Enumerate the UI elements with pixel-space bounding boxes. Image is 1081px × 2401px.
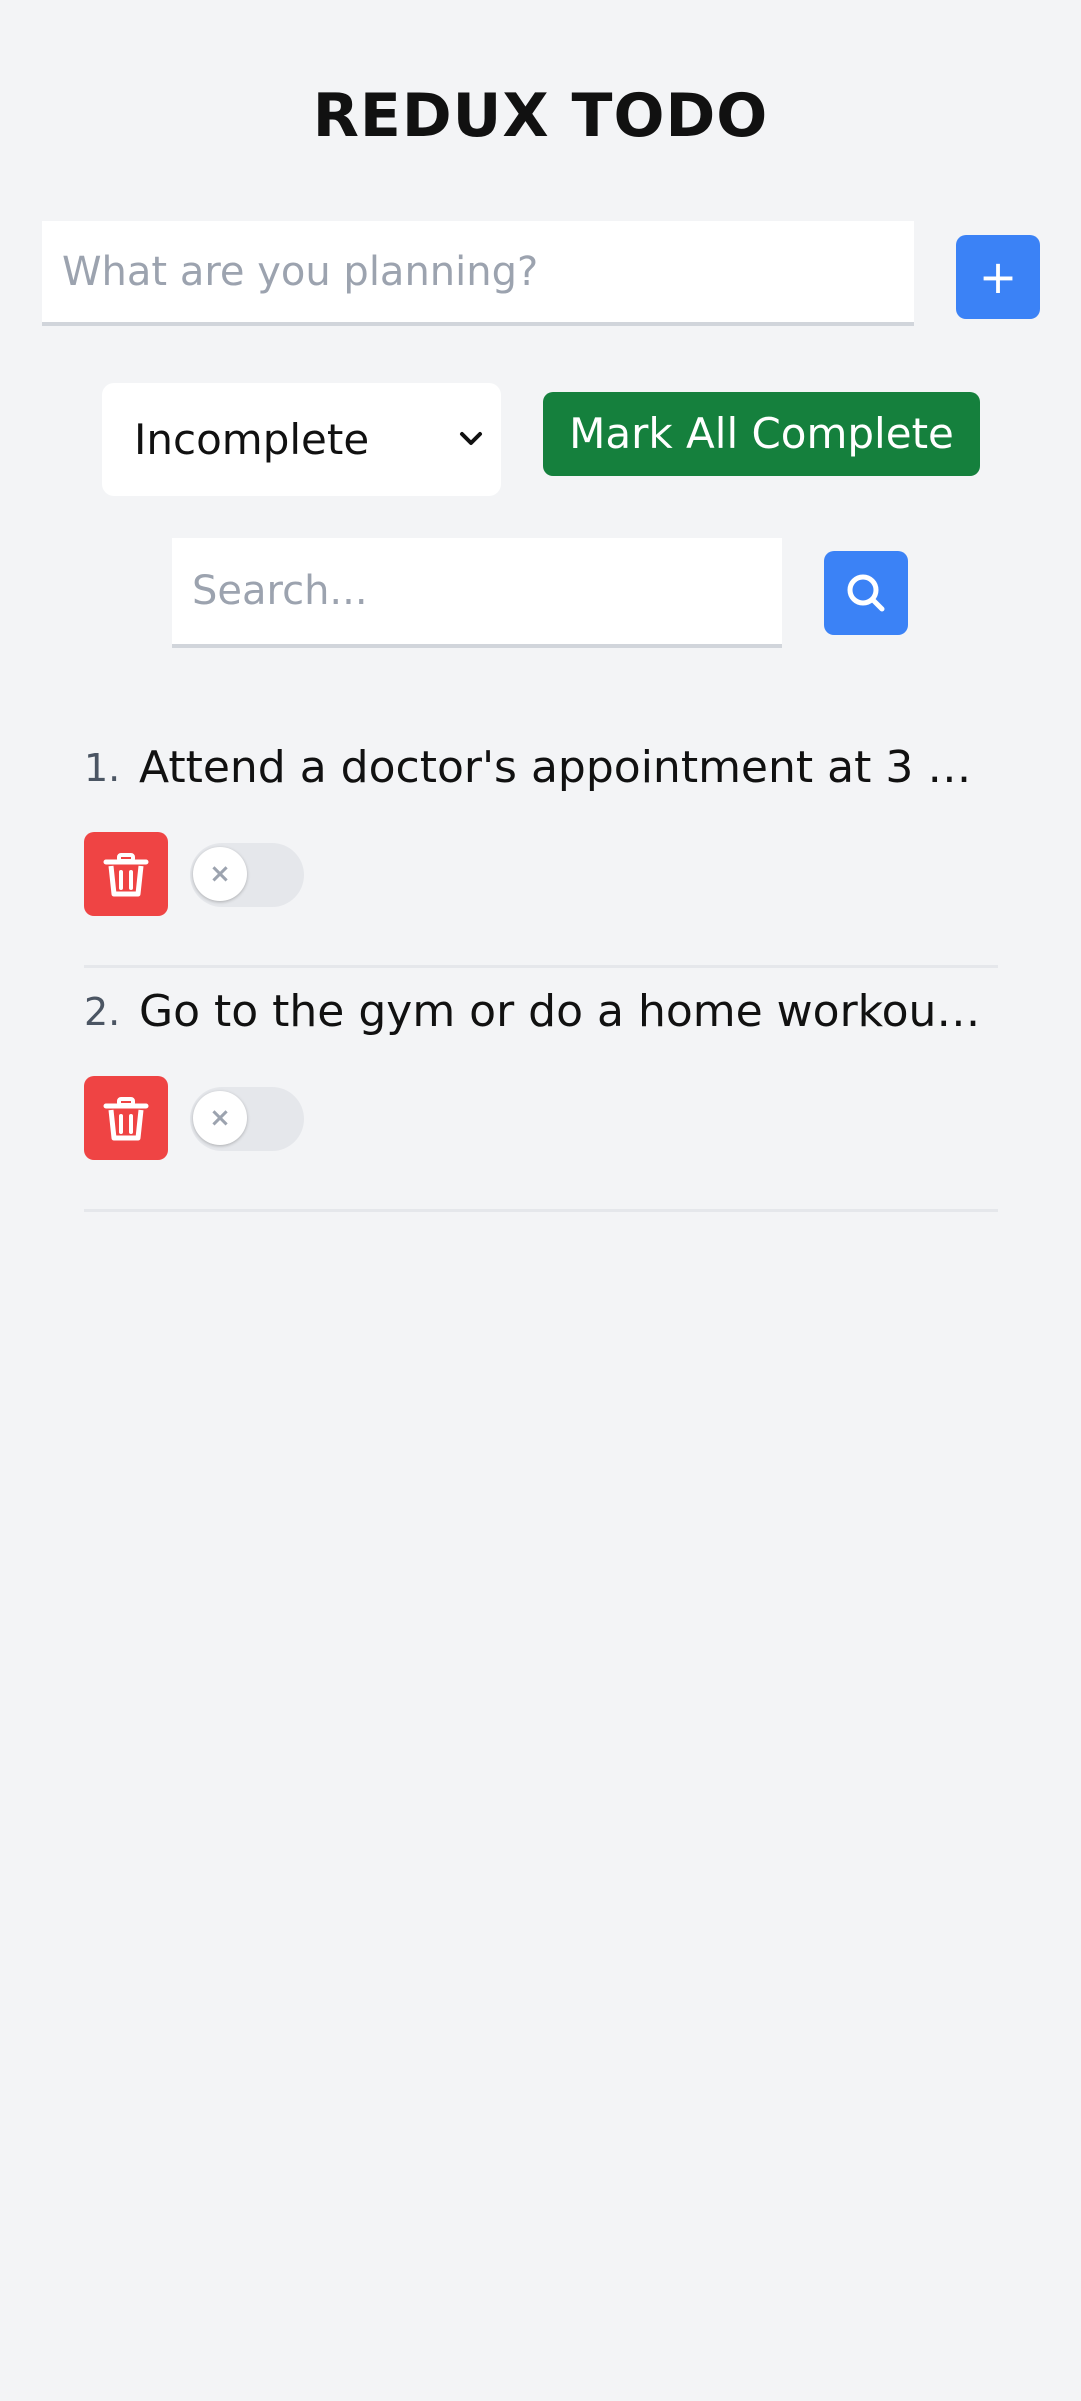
- new-todo-input[interactable]: [42, 221, 914, 326]
- search-input[interactable]: [172, 538, 782, 648]
- page-title: REDUX TODO: [312, 81, 769, 151]
- complete-toggle[interactable]: ×: [190, 843, 304, 907]
- todo-number: 2.: [84, 990, 121, 1034]
- trash-icon: [84, 1076, 168, 1160]
- todo-number: 1.: [84, 746, 121, 790]
- toggle-knob: ×: [193, 847, 247, 901]
- todo-item: 2. Go to the gym or do a home workout fo…: [84, 972, 998, 1212]
- close-icon: ×: [209, 1103, 231, 1133]
- delete-todo-button[interactable]: [84, 1076, 168, 1160]
- toggle-knob: ×: [193, 1091, 247, 1145]
- search-icon: [824, 551, 908, 635]
- delete-todo-button[interactable]: [84, 832, 168, 916]
- trash-icon: [84, 832, 168, 916]
- status-filter-select[interactable]: Incomplete: [102, 383, 501, 496]
- todo-item: 1. Attend a doctor's appointment at 3 PM…: [84, 728, 998, 968]
- mark-all-complete-button[interactable]: Mark All Complete: [543, 392, 980, 476]
- add-todo-button[interactable]: +: [956, 235, 1040, 319]
- complete-toggle[interactable]: ×: [190, 1087, 304, 1151]
- chevron-down-icon: [453, 383, 489, 496]
- close-icon: ×: [209, 859, 231, 889]
- search-button[interactable]: [824, 551, 908, 635]
- status-filter-value: Incomplete: [134, 415, 370, 464]
- todo-text: Attend a doctor's appointment at 3 PM.: [139, 742, 994, 793]
- todo-text: Go to the gym or do a home workout for 3…: [139, 986, 994, 1037]
